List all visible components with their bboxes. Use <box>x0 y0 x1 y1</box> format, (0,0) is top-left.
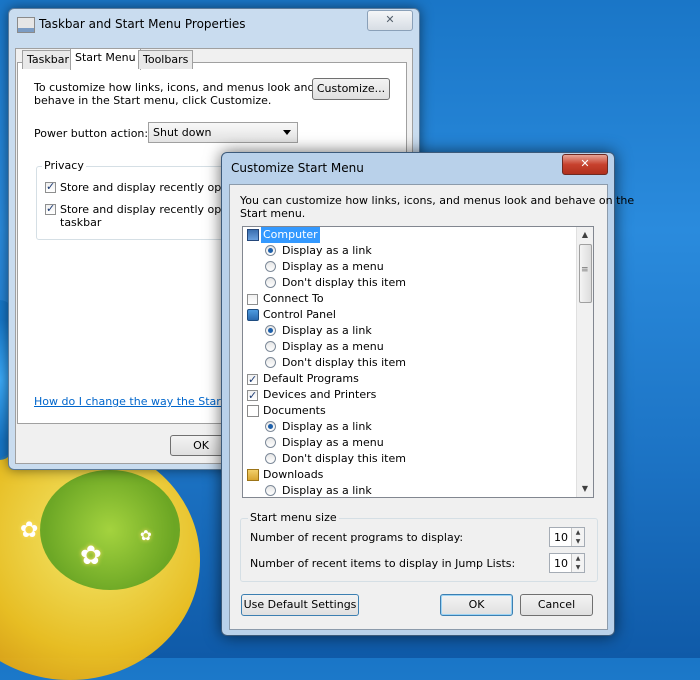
store-items-label-line2: taskbar <box>60 216 102 229</box>
window-title: Taskbar and Start Menu Properties <box>39 17 246 31</box>
scroll-up-icon[interactable]: ▲ <box>577 227 593 243</box>
connect-to-label: Connect To <box>263 292 324 305</box>
close-button[interactable]: ✕ <box>562 154 608 175</box>
connect-to-checkbox[interactable] <box>247 294 258 305</box>
computer-label: Computer <box>261 227 320 243</box>
flower-icon: ✿ <box>80 541 102 571</box>
dialog-title: Customize Start Menu <box>231 161 364 175</box>
power-button-label: Power button action: <box>34 127 149 140</box>
tab-start-menu[interactable]: Start Menu <box>70 48 141 70</box>
store-items-checkbox[interactable] <box>45 202 56 215</box>
store-programs-checkbox[interactable] <box>45 180 56 193</box>
chevron-down-icon <box>283 130 291 135</box>
jump-lists-stepper[interactable]: 10 ▲ ▼ <box>549 553 585 573</box>
intro-text-line1: To customize how links, icons, and menus… <box>34 81 315 94</box>
use-default-settings-button[interactable]: Use Default Settings <box>241 594 359 616</box>
doc-none-radio[interactable] <box>265 453 276 464</box>
flower-icon: ✿ <box>20 518 39 543</box>
doc-link-label: Display as a link <box>282 420 372 433</box>
devices-printers-label: Devices and Printers <box>263 388 377 401</box>
recent-programs-stepper[interactable]: 10 ▲ ▼ <box>549 527 585 547</box>
ok-button[interactable]: OK <box>440 594 513 616</box>
dl-link-label: Display as a link <box>282 484 372 497</box>
downloads-label: Downloads <box>263 468 324 481</box>
jump-lists-label: Number of recent items to display in Jum… <box>250 557 516 570</box>
flower-icon: ✿ <box>140 528 152 544</box>
tab-toolbars[interactable]: Toolbars <box>138 50 194 69</box>
spin-arrows-icon[interactable]: ▲ ▼ <box>571 528 584 546</box>
documents-label: Documents <box>263 404 326 417</box>
privacy-group-title: Privacy <box>42 159 86 172</box>
document-icon <box>247 405 259 417</box>
default-programs-checkbox[interactable] <box>247 372 258 388</box>
devices-printers-checkbox[interactable] <box>247 388 258 404</box>
dialog-intro-line2: Start menu. <box>240 207 306 220</box>
help-link[interactable]: How do I change the way the Start me <box>34 395 246 408</box>
computer-link-radio[interactable] <box>265 245 276 256</box>
spin-arrows-icon[interactable]: ▲ ▼ <box>571 554 584 572</box>
start-menu-size-title: Start menu size <box>248 511 339 524</box>
computer-menu-radio[interactable] <box>265 261 276 272</box>
computer-none-radio[interactable] <box>265 277 276 288</box>
computer-none-label: Don't display this item <box>282 276 406 289</box>
cp-link-label: Display as a link <box>282 324 372 337</box>
cp-menu-label: Display as a menu <box>282 340 384 353</box>
close-button[interactable]: ✕ <box>367 10 413 31</box>
computer-menu-label: Display as a menu <box>282 260 384 273</box>
doc-none-label: Don't display this item <box>282 452 406 465</box>
dl-link-radio[interactable] <box>265 485 276 496</box>
intro-text-line2: behave in the Start menu, click Customiz… <box>34 94 272 107</box>
recent-programs-label: Number of recent programs to display: <box>250 531 464 544</box>
doc-link-radio[interactable] <box>265 421 276 432</box>
customize-button[interactable]: Customize... <box>312 78 390 100</box>
cp-none-label: Don't display this item <box>282 356 406 369</box>
doc-menu-label: Display as a menu <box>282 436 384 449</box>
title-bar[interactable]: Taskbar and Start Menu Properties ✕ <box>9 9 419 39</box>
dialog-intro-line1: You can customize how links, icons, and … <box>240 194 635 207</box>
computer-link-label: Display as a link <box>282 244 372 257</box>
cp-link-radio[interactable] <box>265 325 276 336</box>
computer-icon <box>247 229 259 241</box>
cp-none-radio[interactable] <box>265 357 276 368</box>
power-button-value: Shut down <box>153 126 212 139</box>
control-panel-icon <box>247 309 259 321</box>
control-panel-label: Control Panel <box>263 308 336 321</box>
default-programs-label: Default Programs <box>263 372 359 385</box>
scroll-thumb[interactable] <box>579 244 592 303</box>
scroll-down-icon[interactable]: ▼ <box>577 481 593 497</box>
start-menu-items-list[interactable]: Computer Display as a link Display as a … <box>242 226 594 498</box>
cancel-button[interactable]: Cancel <box>520 594 593 616</box>
tab-taskbar[interactable]: Taskbar <box>22 50 74 69</box>
start-menu-size-group <box>240 518 598 582</box>
list-scrollbar[interactable]: ▲ ▼ <box>576 227 593 497</box>
downloads-folder-icon <box>247 469 259 481</box>
cp-menu-radio[interactable] <box>265 341 276 352</box>
recent-programs-value: 10 <box>554 531 568 544</box>
doc-menu-radio[interactable] <box>265 437 276 448</box>
jump-lists-value: 10 <box>554 557 568 570</box>
power-button-dropdown[interactable]: Shut down <box>148 122 298 143</box>
window-icon <box>17 17 35 33</box>
